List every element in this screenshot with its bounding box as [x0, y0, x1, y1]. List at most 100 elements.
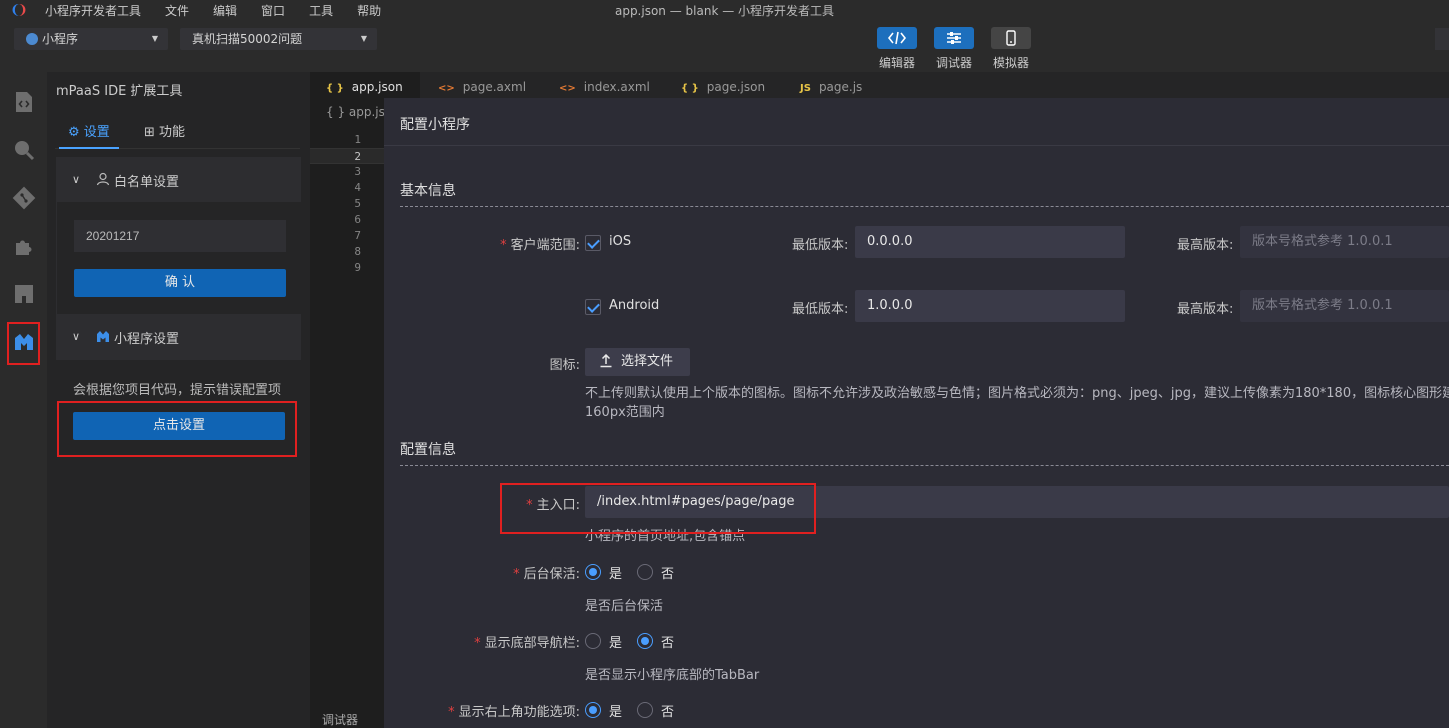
choose-file-label: 选择文件	[621, 354, 674, 369]
whitelist-section-header[interactable]: ∨ 白名单设置	[56, 157, 301, 203]
debugger-toggle-button[interactable]: 调试器	[934, 27, 974, 71]
client-range-label-text: 客户端范围:	[510, 238, 580, 253]
line-number: 9	[354, 261, 361, 274]
tab-settings[interactable]: ⚙ 设置	[68, 121, 110, 140]
section-divider	[400, 465, 1449, 466]
confirm-button[interactable]: 确 认	[74, 269, 286, 297]
miniprogram-icon	[26, 33, 38, 45]
android-checkbox-label: Android	[609, 298, 660, 313]
miniprogram-icon	[97, 331, 109, 342]
highlight-box	[57, 401, 297, 457]
tabbar-yes-label: 是	[609, 636, 623, 651]
android-min-version-input[interactable]: 1.0.0.0	[855, 290, 1125, 322]
tabbar-yes-radio[interactable]	[585, 633, 601, 649]
line-number-gutter: 1 2 3 4 5 6 7 8 9	[310, 132, 385, 276]
window-title: app.json — blank — 小程序开发者工具	[614, 4, 835, 18]
project-select-value: 小程序	[42, 32, 79, 46]
toolbar-right-control[interactable]	[1435, 28, 1449, 50]
tab-features-label: 功能	[159, 125, 186, 140]
miniprogram-section-title: 小程序设置	[114, 332, 180, 347]
upload-icon	[600, 354, 612, 368]
panel-title: mPaaS IDE 扩展工具	[56, 84, 183, 99]
required-mark: *	[513, 567, 520, 582]
line-number: 6	[354, 213, 361, 226]
topright-yes-radio[interactable]	[585, 702, 601, 718]
git-icon[interactable]	[12, 186, 36, 210]
toolbar: 小程序 ▼ 真机扫描50002问题 ▼ 编辑器 调试器 模拟器	[0, 22, 1449, 72]
search-icon[interactable]	[12, 138, 36, 162]
required-mark: *	[500, 238, 507, 253]
dialog-header: 配置小程序	[384, 98, 1449, 146]
whitelist-section-body: 确 认	[56, 202, 301, 314]
compile-mode-select[interactable]: 真机扫描50002问题 ▼	[180, 28, 377, 50]
line-number: 5	[354, 197, 361, 210]
tabbar-no-label: 否	[661, 636, 675, 651]
android-min-version-label: 最低版本:	[792, 302, 849, 317]
chevron-down-icon: ∨	[72, 173, 81, 186]
miniprogram-section-header[interactable]: ∨ 小程序设置	[56, 314, 301, 360]
tabbar-label: * 显示底部导航栏:	[474, 632, 580, 651]
whitelist-input[interactable]	[74, 220, 286, 252]
ios-checkbox[interactable]	[585, 235, 601, 251]
sliders-icon	[947, 32, 961, 44]
config-info-section-title: 配置信息	[400, 442, 456, 458]
simulator-toggle-button[interactable]: 模拟器	[991, 27, 1031, 71]
xml-icon: <>	[559, 83, 576, 94]
store-icon[interactable]	[12, 282, 36, 306]
extensions-icon[interactable]	[12, 234, 36, 258]
icon-label: 图标:	[549, 358, 580, 373]
topright-options-label-text: 显示右上角功能选项:	[458, 705, 580, 720]
required-mark: *	[474, 636, 481, 651]
file-code-icon[interactable]	[12, 90, 36, 114]
js-icon: JS	[800, 83, 811, 94]
tab-label: app.json	[351, 80, 403, 94]
ios-checkbox-label: iOS	[609, 234, 632, 249]
keepalive-yes-radio[interactable]	[585, 564, 601, 580]
extension-panel: mPaaS IDE 扩展工具 ⚙ 设置 ⊞ 功能 ∨ 白名单设置 确 认 ∨ 小…	[47, 72, 310, 728]
debugger-toggle-label: 调试器	[935, 56, 972, 70]
topright-yes-label: 是	[609, 705, 623, 720]
chevron-down-icon: ▼	[360, 34, 367, 43]
tab-label: page.json	[706, 80, 766, 94]
android-checkbox[interactable]	[585, 299, 601, 315]
tab-settings-label: 设置	[83, 125, 110, 140]
tabbar-hint: 是否显示小程序底部的TabBar	[585, 668, 760, 683]
topright-no-radio[interactable]	[637, 702, 653, 718]
grid-icon: ⊞	[144, 125, 155, 140]
android-max-version-input[interactable]: 版本号格式参考 1.0.0.1	[1240, 290, 1449, 322]
keepalive-label-text: 后台保活:	[523, 567, 580, 582]
section-divider	[400, 206, 1449, 207]
highlight-box	[500, 483, 816, 534]
json-icon: { }	[681, 83, 699, 94]
editor-toggle-label: 编辑器	[878, 56, 915, 70]
required-mark: *	[448, 705, 455, 720]
choose-file-button[interactable]: 选择文件	[585, 348, 690, 376]
line-number: 7	[354, 229, 361, 242]
ios-min-version-input[interactable]: 0.0.0.0	[855, 226, 1125, 258]
code-icon	[887, 31, 907, 45]
extension-tabs: ⚙ 设置 ⊞ 功能	[55, 116, 300, 149]
activity-bar	[0, 72, 47, 728]
topright-options-label: * 显示右上角功能选项:	[448, 701, 580, 720]
keepalive-no-radio[interactable]	[637, 564, 653, 580]
icon-hint-line2: 160px范围内	[585, 405, 665, 420]
simulator-toggle-label: 模拟器	[992, 56, 1029, 70]
line-number: 1	[354, 133, 361, 146]
gear-icon: ⚙	[68, 125, 80, 140]
tab-label: page.axml	[462, 80, 527, 94]
tabbar-no-radio[interactable]	[637, 633, 653, 649]
keepalive-label: * 后台保活:	[513, 563, 580, 582]
debugger-panel-tab[interactable]: 调试器	[322, 711, 358, 728]
ios-max-version-input[interactable]: 版本号格式参考 1.0.0.1	[1240, 226, 1449, 258]
tab-features[interactable]: ⊞ 功能	[144, 121, 185, 140]
android-max-version-label: 最高版本:	[1177, 302, 1234, 317]
active-tab-indicator	[59, 147, 119, 149]
compile-mode-value: 真机扫描50002问题	[192, 32, 303, 46]
tab-label: page.js	[818, 80, 863, 94]
line-number-current: 2	[310, 148, 385, 164]
chevron-down-icon: ▼	[151, 34, 158, 43]
project-select[interactable]: 小程序 ▼	[14, 28, 168, 50]
keepalive-no-label: 否	[661, 567, 675, 582]
title-bar: ❨ ❩ 小程序开发者工具 文件 编辑 窗口 工具 帮助 app.json — bl…	[0, 0, 1449, 22]
editor-toggle-button[interactable]: 编辑器	[877, 27, 917, 71]
